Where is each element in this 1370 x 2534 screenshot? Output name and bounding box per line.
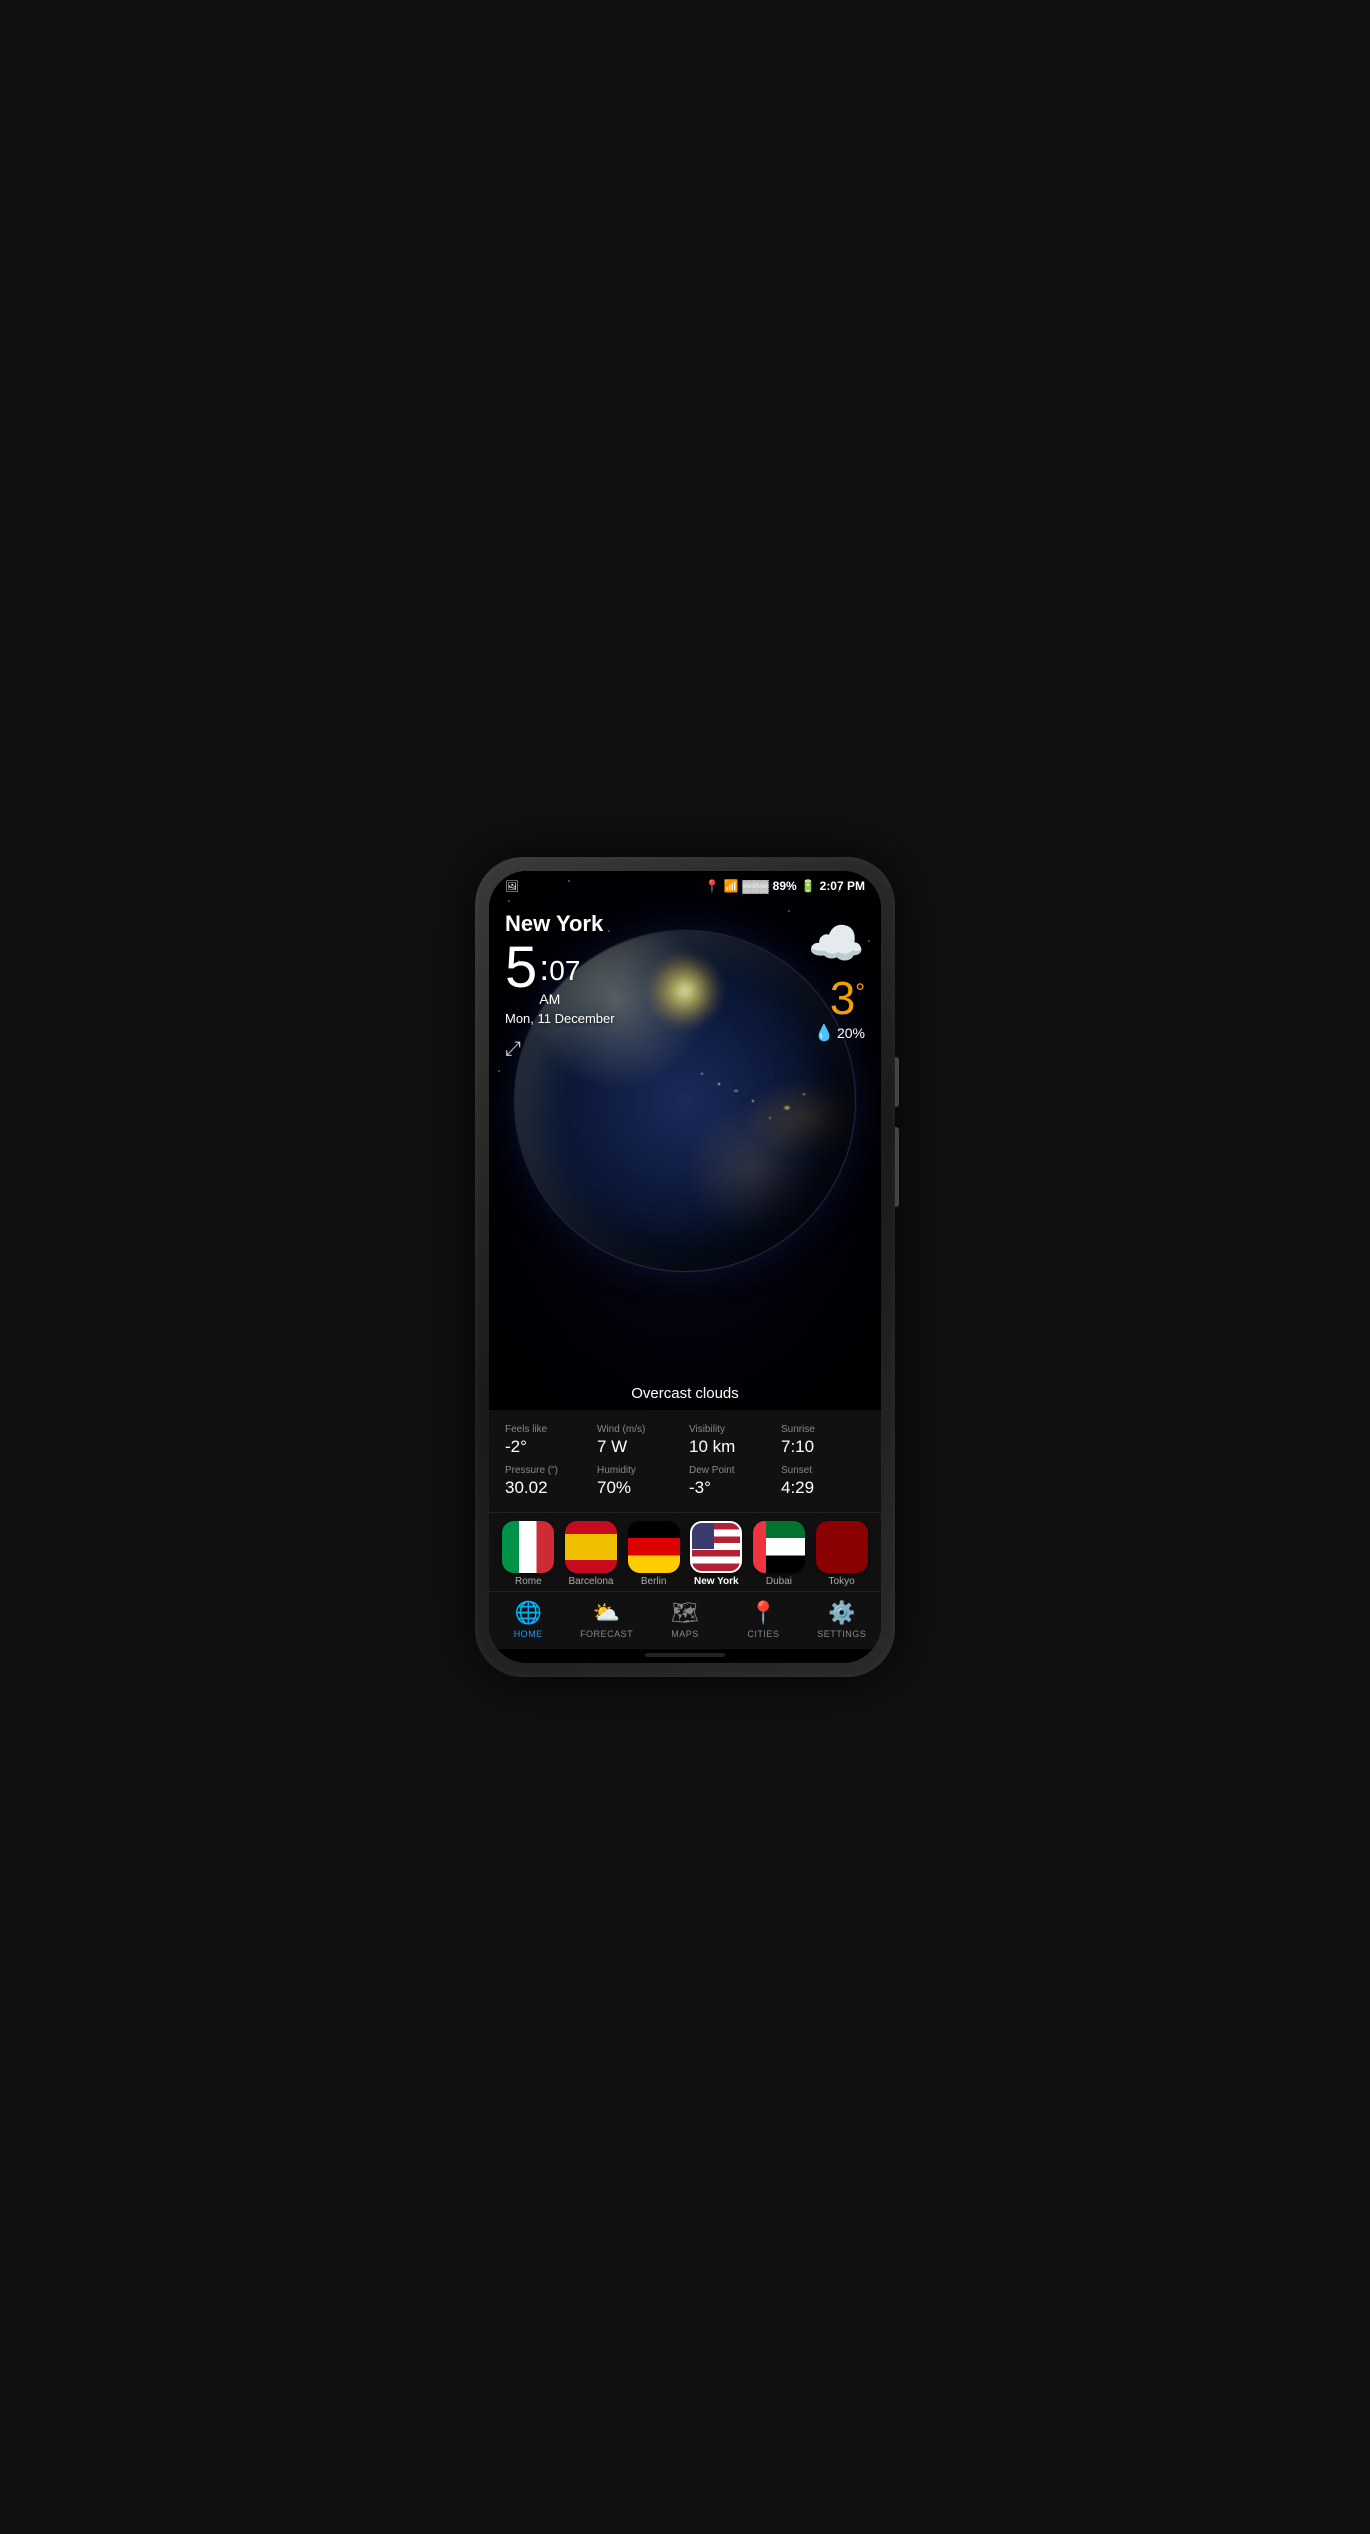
cities-icon: 📍 bbox=[750, 1600, 777, 1626]
temp-display: 3 ° bbox=[830, 975, 865, 1021]
detail-sunset: Sunset 4:29 bbox=[781, 1465, 865, 1498]
city-label-dubai: Dubai bbox=[766, 1576, 792, 1587]
feels-like-label: Feels like bbox=[505, 1424, 589, 1435]
phone-screen: 🖼 📍 📶 ▓▓▓ 89% 🔋 2:07 PM New York bbox=[489, 871, 881, 1663]
city-label-newyork: New York bbox=[694, 1576, 739, 1587]
home-icon: 🌐 bbox=[514, 1600, 541, 1626]
time-separator: : bbox=[539, 947, 549, 989]
cities-label: CITIES bbox=[747, 1629, 779, 1639]
city-item-tokyo[interactable]: Tokyo bbox=[816, 1521, 868, 1587]
maps-label: MAPS bbox=[671, 1629, 699, 1639]
condition-label: Overcast clouds bbox=[489, 1385, 881, 1410]
wind-label: Wind (m/s) bbox=[597, 1424, 681, 1435]
volume-button[interactable] bbox=[895, 1127, 899, 1207]
image-icon: 🖼 bbox=[505, 880, 519, 893]
city-flag-tokyo bbox=[816, 1521, 868, 1573]
city-item-newyork[interactable]: New York bbox=[690, 1521, 742, 1587]
detail-humidity: Humidity 70% bbox=[597, 1465, 681, 1498]
location-icon: 📍 bbox=[705, 879, 720, 893]
visibility-label: Visibility bbox=[689, 1424, 773, 1435]
wind-value: 7 W bbox=[597, 1437, 681, 1457]
settings-label: SETTINGS bbox=[817, 1629, 866, 1639]
dew-point-label: Dew Point bbox=[689, 1465, 773, 1476]
sunset-label: Sunset bbox=[781, 1465, 865, 1476]
clock-text: 2:07 PM bbox=[820, 879, 865, 893]
forecast-label: FORECAST bbox=[580, 1629, 633, 1639]
forecast-icon: ⛅ bbox=[593, 1600, 620, 1626]
detail-feels-like: Feels like -2° bbox=[505, 1424, 589, 1457]
time-hour: 5 bbox=[505, 939, 537, 997]
signal-icon: ▓▓▓ bbox=[742, 879, 768, 893]
city-flag-rome bbox=[502, 1521, 554, 1573]
city-item-berlin[interactable]: Berlin bbox=[628, 1521, 680, 1587]
visibility-value: 10 km bbox=[689, 1437, 773, 1457]
status-right: 📍 📶 ▓▓▓ 89% 🔋 2:07 PM bbox=[705, 879, 866, 893]
wifi-icon: 📶 bbox=[723, 879, 738, 893]
time-ampm: AM bbox=[539, 991, 580, 1007]
battery-icon: 🔋 bbox=[801, 879, 816, 893]
bottom-nav: 🌐 HOME ⛅ FORECAST 🗺 MAPS 📍 CITIES ⚙️ bbox=[489, 1591, 881, 1649]
time-detail: : 07 AM bbox=[539, 947, 580, 1007]
detail-sunrise: Sunrise 7:10 bbox=[781, 1424, 865, 1457]
sunrise-value: 7:10 bbox=[781, 1437, 865, 1457]
status-left: 🖼 bbox=[505, 880, 519, 893]
precip-value: 20% bbox=[837, 1025, 865, 1041]
detail-wind: Wind (m/s) 7 W bbox=[597, 1424, 681, 1457]
weather-right: ☁️ 3 ° 💧 20% bbox=[808, 916, 865, 1043]
battery-text: 89% bbox=[773, 879, 797, 893]
city-flag-newyork bbox=[690, 1521, 742, 1573]
city-label-berlin: Berlin bbox=[641, 1576, 667, 1587]
dew-point-value: -3° bbox=[689, 1478, 773, 1498]
pressure-label: Pressure (") bbox=[505, 1465, 589, 1476]
home-label: HOME bbox=[514, 1629, 543, 1639]
nav-forecast[interactable]: ⛅ FORECAST bbox=[577, 1600, 637, 1639]
city-label-tokyo: Tokyo bbox=[829, 1576, 855, 1587]
pressure-value: 30.02 bbox=[505, 1478, 589, 1498]
nav-maps[interactable]: 🗺 MAPS bbox=[655, 1600, 715, 1639]
city-item-rome[interactable]: Rome bbox=[502, 1521, 554, 1587]
nav-bottom-line bbox=[645, 1653, 725, 1657]
sunset-value: 4:29 bbox=[781, 1478, 865, 1498]
city-item-barcelona[interactable]: Barcelona bbox=[565, 1521, 617, 1587]
cloud-icon: ☁️ bbox=[808, 916, 865, 971]
weather-details: Feels like -2° Wind (m/s) 7 W Visibility… bbox=[489, 1410, 881, 1512]
nav-settings[interactable]: ⚙️ SETTINGS bbox=[812, 1600, 872, 1639]
phone-frame: 🖼 📍 📶 ▓▓▓ 89% 🔋 2:07 PM New York bbox=[475, 857, 895, 1677]
time-minutes: 07 bbox=[549, 955, 580, 987]
nav-home[interactable]: 🌐 HOME bbox=[498, 1600, 558, 1639]
earth-section: 🖼 📍 📶 ▓▓▓ 89% 🔋 2:07 PM New York bbox=[489, 871, 881, 1410]
city-label-rome: Rome bbox=[515, 1576, 542, 1587]
sunrise-label: Sunrise bbox=[781, 1424, 865, 1435]
nav-cities[interactable]: 📍 CITIES bbox=[733, 1600, 793, 1639]
detail-dew-point: Dew Point -3° bbox=[689, 1465, 773, 1498]
humidity-label: Humidity bbox=[597, 1465, 681, 1476]
temp-degree: ° bbox=[855, 979, 865, 1007]
humidity-value: 70% bbox=[597, 1478, 681, 1498]
rain-icon: 💧 bbox=[814, 1023, 834, 1043]
feels-like-value: -2° bbox=[505, 1437, 589, 1457]
city-shortcuts: Rome Barcelona Berlin New York bbox=[489, 1512, 881, 1591]
city-flag-berlin bbox=[628, 1521, 680, 1573]
city-flag-barcelona bbox=[565, 1521, 617, 1573]
detail-visibility: Visibility 10 km bbox=[689, 1424, 773, 1457]
temp-value: 3 bbox=[830, 975, 856, 1021]
city-flag-dubai bbox=[753, 1521, 805, 1573]
power-button[interactable] bbox=[895, 1057, 899, 1107]
city-item-dubai[interactable]: Dubai bbox=[753, 1521, 805, 1587]
screen: 🖼 📍 📶 ▓▓▓ 89% 🔋 2:07 PM New York bbox=[489, 871, 881, 1663]
maps-icon: 🗺 bbox=[671, 1600, 699, 1626]
detail-pressure: Pressure (") 30.02 bbox=[505, 1465, 589, 1498]
settings-icon: ⚙️ bbox=[828, 1600, 855, 1626]
status-bar: 🖼 📍 📶 ▓▓▓ 89% 🔋 2:07 PM bbox=[489, 871, 881, 897]
precip-info: 💧 20% bbox=[814, 1023, 865, 1043]
city-label-barcelona: Barcelona bbox=[568, 1576, 613, 1587]
